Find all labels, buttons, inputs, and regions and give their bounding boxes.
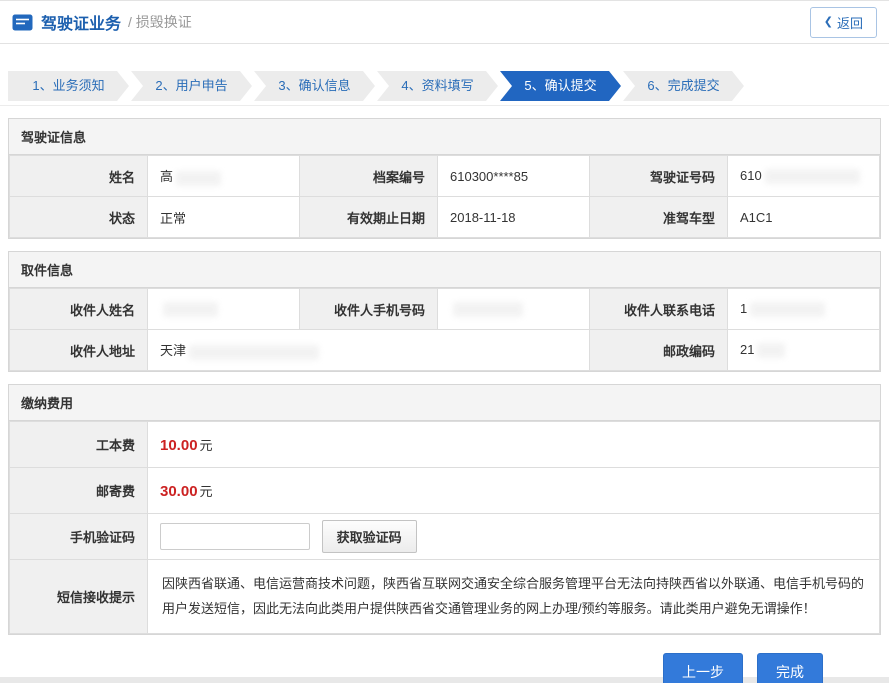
field-text: 天津 <box>160 343 186 358</box>
table-row: 状态 正常 有效期止日期 2018-11-18 准驾车型 A1C1 <box>10 197 880 238</box>
field-value-license-number: 610 <box>728 156 880 197</box>
fee-unit: 元 <box>200 438 213 453</box>
back-button[interactable]: ❮ 返回 <box>810 7 877 38</box>
back-button-label: 返回 <box>837 13 863 32</box>
field-text: 高 <box>160 169 173 184</box>
step-6-complete: 6、完成提交 <box>623 71 744 101</box>
field-label-recipient-mobile: 收件人手机号码 <box>300 289 438 330</box>
field-label-name: 姓名 <box>10 156 148 197</box>
field-value-vehicle-class: A1C1 <box>728 197 880 238</box>
table-row: 邮寄费 30.00元 <box>10 468 880 514</box>
page-title: 驾驶证业务 <box>41 10 121 34</box>
footer-actions: 上一步 完成 <box>0 653 889 683</box>
previous-step-button[interactable]: 上一步 <box>663 653 743 683</box>
redacted-area <box>163 302 218 317</box>
step-4-fill-data: 4、资料填写 <box>377 71 498 101</box>
field-label-postage-fee: 邮寄费 <box>10 468 148 514</box>
step-3-confirm-info: 3、确认信息 <box>254 71 375 101</box>
field-label-license-number: 驾驶证号码 <box>590 156 728 197</box>
field-value-zip: 21 <box>728 330 880 371</box>
field-label-recipient-name: 收件人姓名 <box>10 289 148 330</box>
field-label-production-fee: 工本费 <box>10 422 148 468</box>
fee-unit: 元 <box>200 484 213 499</box>
chevron-left-icon: ❮ <box>824 17 833 28</box>
field-text: A1C1 <box>740 210 773 225</box>
field-text: 21 <box>740 342 754 357</box>
breadcrumb-subtitle: / 损毁换证 <box>128 12 192 32</box>
redacted-area <box>765 169 860 184</box>
field-value-address: 天津 <box>148 330 590 371</box>
finish-button[interactable]: 完成 <box>757 653 823 683</box>
field-label-address: 收件人地址 <box>10 330 148 371</box>
field-value-status: 正常 <box>148 197 300 238</box>
field-value-recipient-name <box>148 289 300 330</box>
field-value-expiry: 2018-11-18 <box>438 197 590 238</box>
field-label-status: 状态 <box>10 197 148 238</box>
table-row: 收件人地址 天津 邮政编码 21 <box>10 330 880 371</box>
field-value-postage-fee: 30.00元 <box>148 468 880 514</box>
field-value-recipient-mobile <box>438 289 590 330</box>
field-label-zip: 邮政编码 <box>590 330 728 371</box>
field-text: 正常 <box>160 211 186 226</box>
step-wizard: 1、业务须知 2、用户申告 3、确认信息 4、资料填写 5、确认提交 6、完成提… <box>8 71 881 101</box>
field-value-name: 高 <box>148 156 300 197</box>
redacted-area <box>750 302 825 317</box>
table-row: 收件人姓名 收件人手机号码 收件人联系电话 1 <box>10 289 880 330</box>
field-label-expiry: 有效期止日期 <box>300 197 438 238</box>
field-text: 610 <box>740 168 762 183</box>
section-title: 取件信息 <box>9 252 880 288</box>
redacted-area <box>757 343 785 358</box>
step-2-declaration: 2、用户申告 <box>131 71 252 101</box>
fee-amount: 10.00 <box>160 437 198 454</box>
field-label-file-number: 档案编号 <box>300 156 438 197</box>
redacted-area <box>453 302 523 317</box>
section-title: 驾驶证信息 <box>9 119 880 155</box>
field-value-recipient-phone: 1 <box>728 289 880 330</box>
table-row: 工本费 10.00元 <box>10 422 880 468</box>
field-label-recipient-phone: 收件人联系电话 <box>590 289 728 330</box>
page-viewport: 驾驶证业务 / 损毁换证 ❮ 返回 1、业务须知 2、用户申告 3、确认信息 4… <box>0 0 889 683</box>
field-text: 2018-11-18 <box>450 210 516 225</box>
header-bar: 驾驶证业务 / 损毁换证 ❮ 返回 <box>0 1 889 44</box>
field-value-file-number: 610300****85 <box>438 156 590 197</box>
pickup-info-table: 收件人姓名 收件人手机号码 收件人联系电话 1 收件人地址 天津 邮政编码 <box>9 288 880 371</box>
step-5-confirm-submit: 5、确认提交 <box>500 71 621 101</box>
license-info-table: 姓名 高 档案编号 610300****85 驾驶证号码 610 状态 正常 有… <box>9 155 880 238</box>
pickup-info-section: 取件信息 收件人姓名 收件人手机号码 收件人联系电话 1 收件人地址 <box>8 251 881 372</box>
fees-section: 缴纳费用 工本费 10.00元 邮寄费 30.00元 手机验证码 获取验证码 <box>8 384 881 635</box>
fees-table: 工本费 10.00元 邮寄费 30.00元 手机验证码 获取验证码 短信接收提 <box>9 421 880 634</box>
step-1-notice: 1、业务须知 <box>8 71 129 101</box>
field-label-sms-notice: 短信接收提示 <box>10 560 148 634</box>
table-row: 短信接收提示 因陕西省联通、电信运营商技术问题，陕西省互联网交通安全综合服务管理… <box>10 560 880 634</box>
field-value-captcha: 获取验证码 <box>148 514 880 560</box>
captcha-input[interactable] <box>160 523 310 550</box>
fee-amount: 30.00 <box>160 483 198 500</box>
field-text: 1 <box>740 301 747 316</box>
section-title: 缴纳费用 <box>9 385 880 421</box>
table-row: 手机验证码 获取验证码 <box>10 514 880 560</box>
table-row: 姓名 高 档案编号 610300****85 驾驶证号码 610 <box>10 156 880 197</box>
field-value-production-fee: 10.00元 <box>148 422 880 468</box>
field-label-vehicle-class: 准驾车型 <box>590 197 728 238</box>
license-card-icon <box>12 14 33 31</box>
redacted-area <box>176 171 221 186</box>
step-wizard-bar: 1、业务须知 2、用户申告 3、确认信息 4、资料填写 5、确认提交 6、完成提… <box>0 44 889 106</box>
sms-notice-text: 因陕西省联通、电信运营商技术问题，陕西省互联网交通安全综合服务管理平台无法向持陕… <box>148 560 880 634</box>
page: 驾驶证业务 / 损毁换证 ❮ 返回 1、业务须知 2、用户申告 3、确认信息 4… <box>0 0 889 677</box>
license-info-section: 驾驶证信息 姓名 高 档案编号 610300****85 驾驶证号码 610 状… <box>8 118 881 239</box>
get-captcha-button[interactable]: 获取验证码 <box>322 520 417 553</box>
field-label-captcha: 手机验证码 <box>10 514 148 560</box>
field-text: 610300****85 <box>450 169 528 184</box>
redacted-area <box>189 345 319 360</box>
